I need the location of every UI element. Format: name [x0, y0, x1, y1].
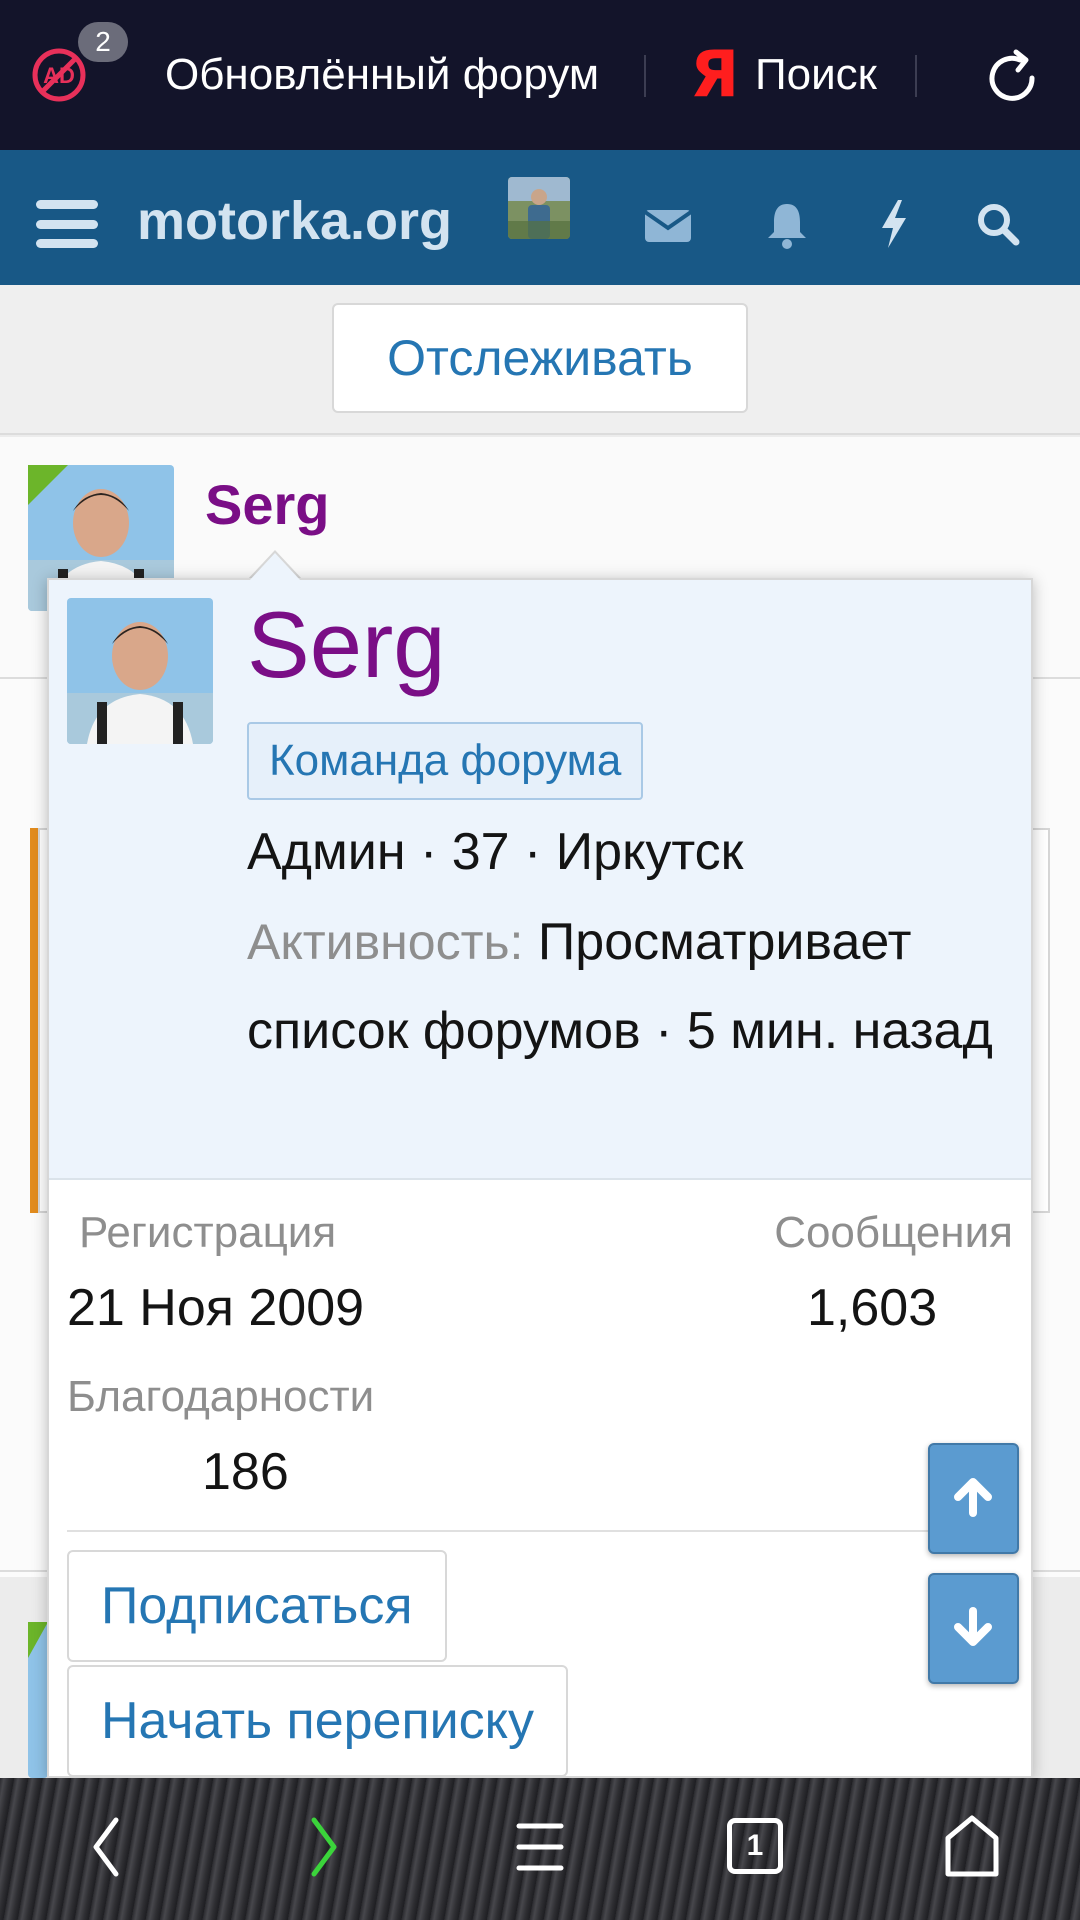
quote-accent	[30, 828, 38, 1213]
site-logo[interactable]: motorka.org	[137, 190, 452, 252]
yandex-logo[interactable]: Я	[690, 40, 739, 110]
thanks-value: 186	[202, 1443, 289, 1501]
member-tooltip: Serg Команда форума Админ · 37 · Иркутск…	[47, 578, 1033, 1778]
member-tooltip-header: Serg Команда форума Админ · 37 · Иркутск…	[49, 580, 1031, 1180]
member-avatar[interactable]	[67, 598, 213, 744]
member-activity: Активность: Просматривает список форумов…	[247, 898, 1027, 1076]
arrow-down-icon	[954, 1607, 992, 1646]
member-name[interactable]: Serg	[247, 590, 446, 700]
lightning-icon[interactable]	[876, 198, 912, 250]
home-icon[interactable]	[944, 1812, 1000, 1882]
member-info: Админ · 37 · Иркутск	[247, 823, 744, 881]
user-avatar[interactable]	[508, 177, 570, 239]
reload-icon[interactable]	[980, 46, 1044, 110]
tooltip-arrow-fill	[249, 553, 301, 581]
search-icon[interactable]	[975, 198, 1021, 250]
messages-label: Сообщения	[774, 1208, 1013, 1257]
subscribe-button[interactable]: Подписаться	[67, 1550, 447, 1662]
tooltip-divider	[67, 1530, 1017, 1532]
toolbar-divider	[915, 55, 917, 97]
scroll-up-button[interactable]	[928, 1443, 1019, 1554]
forward-icon[interactable]	[306, 1812, 342, 1882]
start-conversation-button[interactable]: Начать переписку	[67, 1665, 569, 1776]
search-label[interactable]: Поиск	[755, 50, 877, 100]
activity-label: Активность:	[247, 914, 524, 970]
author-name[interactable]: Serg	[205, 472, 330, 537]
menu-icon[interactable]	[515, 1812, 565, 1882]
arrow-up-icon	[954, 1478, 992, 1517]
online-indicator	[28, 1622, 48, 1658]
follow-button[interactable]: Отслеживать	[332, 303, 748, 413]
toolbar-divider	[644, 55, 646, 97]
member-role-badge: Команда форума	[247, 722, 644, 800]
envelope-icon[interactable]	[643, 198, 693, 250]
bell-icon[interactable]	[765, 198, 809, 250]
menu-icon[interactable]	[36, 200, 98, 248]
registration-label: Регистрация	[79, 1208, 337, 1257]
adblock-icon[interactable]: AD	[30, 46, 88, 104]
back-icon[interactable]	[88, 1812, 124, 1882]
tabs-icon[interactable]: 1	[727, 1818, 783, 1874]
registration-value: 21 Ноя 2009	[67, 1279, 365, 1337]
messages-value: 1,603	[807, 1279, 938, 1337]
online-indicator	[28, 465, 68, 505]
scroll-down-button[interactable]	[928, 1573, 1019, 1684]
adblock-count-badge: 2	[78, 22, 128, 62]
thanks-label: Благодарности	[67, 1372, 375, 1421]
tab-title[interactable]: Обновлённый форум	[165, 50, 599, 100]
